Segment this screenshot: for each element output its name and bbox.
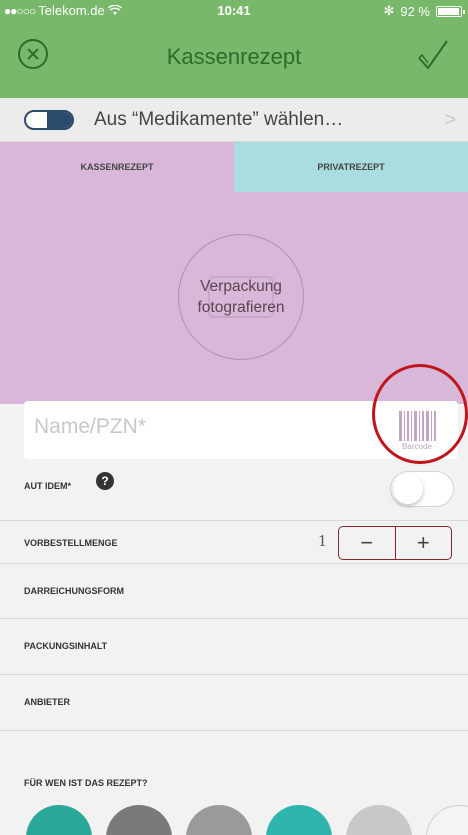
prescription-type-tabs: KASSENREZEPT PRIVATREZEPT bbox=[0, 142, 468, 192]
vorbestellmenge-row: VORBESTELLMENGE 1 − + bbox=[0, 521, 468, 564]
quantity-value: 1 bbox=[318, 531, 327, 550]
darreichungsform-row[interactable]: DARREICHUNGSFORM bbox=[0, 564, 468, 619]
status-bar: ●●○○○ Telekom.de 10:41 ✻ 92 % bbox=[0, 0, 468, 22]
help-icon[interactable]: ? bbox=[96, 472, 114, 490]
increment-button[interactable]: + bbox=[396, 527, 452, 559]
choose-medication-row[interactable]: Aus “Medikamente” wählen… > bbox=[0, 98, 468, 142]
packungsinhalt-row[interactable]: PACKUNGSINHALT bbox=[0, 619, 468, 675]
aut-idem-row: AUT IDEM* ? bbox=[0, 459, 468, 521]
tab-privatrezept[interactable]: PRIVATREZEPT bbox=[234, 142, 468, 192]
packungsinhalt-label: PACKUNGSINHALT bbox=[24, 641, 108, 651]
avatar[interactable] bbox=[346, 805, 412, 835]
take-photo-label-line1: Verpackung bbox=[200, 278, 282, 295]
darreichungsform-label: DARREICHUNGSFORM bbox=[24, 586, 124, 596]
avatar[interactable] bbox=[106, 805, 172, 835]
aut-idem-label: AUT IDEM* bbox=[24, 481, 71, 491]
avatar[interactable] bbox=[186, 805, 252, 835]
pill-icon bbox=[24, 110, 74, 130]
take-photo-button[interactable]: Verpackung fotografieren bbox=[178, 234, 304, 360]
avatar[interactable] bbox=[266, 805, 332, 835]
checkmark-icon[interactable] bbox=[416, 38, 450, 72]
battery-icon bbox=[436, 5, 465, 17]
choose-medication-label: Aus “Medikamente” wählen… bbox=[94, 109, 344, 130]
quantity-stepper: − + bbox=[338, 526, 452, 560]
highlight-ring bbox=[372, 364, 468, 464]
name-pzn-input[interactable] bbox=[34, 415, 364, 439]
decrement-button[interactable]: − bbox=[339, 527, 396, 559]
avatar[interactable] bbox=[26, 805, 92, 835]
avatar[interactable] bbox=[426, 805, 468, 835]
take-photo-label-line2: fotografieren bbox=[197, 299, 285, 316]
chevron-right-icon: > bbox=[444, 109, 456, 131]
navigation-bar: Kassenrezept bbox=[0, 22, 468, 98]
anbieter-label: ANBIETER bbox=[24, 697, 71, 707]
vorbestellmenge-label: VORBESTELLMENGE bbox=[24, 538, 118, 548]
tab-kassenrezept[interactable]: KASSENREZEPT bbox=[0, 142, 234, 192]
bluetooth-icon: ✻ bbox=[383, 3, 395, 18]
recipient-section-title: FÜR WEN IST DAS REZEPT? bbox=[24, 778, 148, 788]
page-title: Kassenrezept bbox=[166, 44, 302, 69]
battery-percent: 92 % bbox=[400, 3, 430, 19]
recipient-avatars bbox=[0, 805, 468, 835]
toggle-knob bbox=[393, 474, 423, 504]
anbieter-row[interactable]: ANBIETER bbox=[0, 675, 468, 731]
aut-idem-toggle[interactable] bbox=[390, 471, 454, 507]
